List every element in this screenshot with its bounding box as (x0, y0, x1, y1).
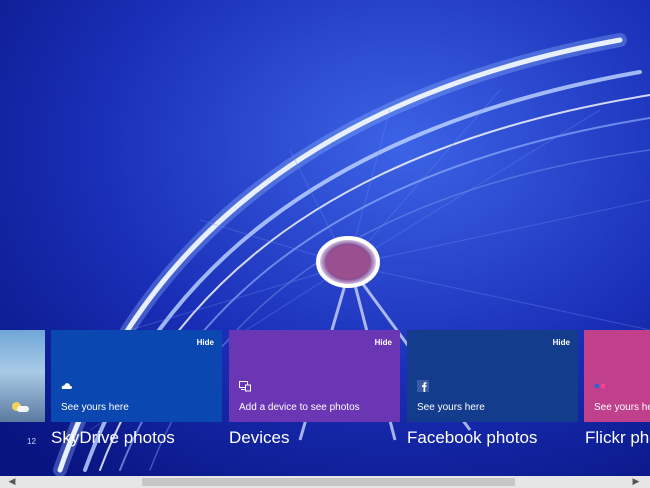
flickr-photos-heading[interactable]: Flickr pho (585, 428, 650, 448)
scroll-right-icon[interactable]: ▶ (630, 476, 642, 488)
facebook-tile-text: See yours here (417, 402, 485, 413)
scroll-left-icon[interactable]: ◀ (6, 476, 18, 488)
weather-cloud-icon (17, 406, 29, 412)
skydrive-photos-heading[interactable]: SkyDrive photos (51, 428, 175, 448)
flickr-photos-tile[interactable]: See yours here (584, 330, 650, 422)
thumbnail-number: 12 (27, 437, 36, 446)
scrollbar-thumb[interactable] (142, 478, 515, 486)
flickr-tile-text: See yours here (594, 402, 650, 413)
hide-devices-button[interactable]: Hide (375, 338, 392, 347)
devices-tile-text: Add a device to see photos (239, 402, 360, 413)
flickr-icon (594, 383, 606, 389)
photo-thumbnail[interactable] (0, 330, 45, 422)
devices-icon (239, 381, 251, 392)
devices-heading[interactable]: Devices (229, 428, 289, 448)
hide-skydrive-button[interactable]: Hide (197, 338, 214, 347)
facebook-photos-heading[interactable]: Facebook photos (407, 428, 537, 448)
horizontal-scrollbar[interactable]: ◀ ▶ (0, 476, 650, 488)
devices-tile[interactable]: Hide Add a device to see photos (229, 330, 400, 422)
skydrive-tile-text: See yours here (61, 402, 129, 413)
skydrive-cloud-icon (61, 383, 73, 389)
facebook-photos-tile[interactable]: Hide See yours here (407, 330, 578, 422)
facebook-icon (417, 380, 429, 392)
hide-facebook-button[interactable]: Hide (553, 338, 570, 347)
skydrive-photos-tile[interactable]: Hide See yours here (51, 330, 222, 422)
